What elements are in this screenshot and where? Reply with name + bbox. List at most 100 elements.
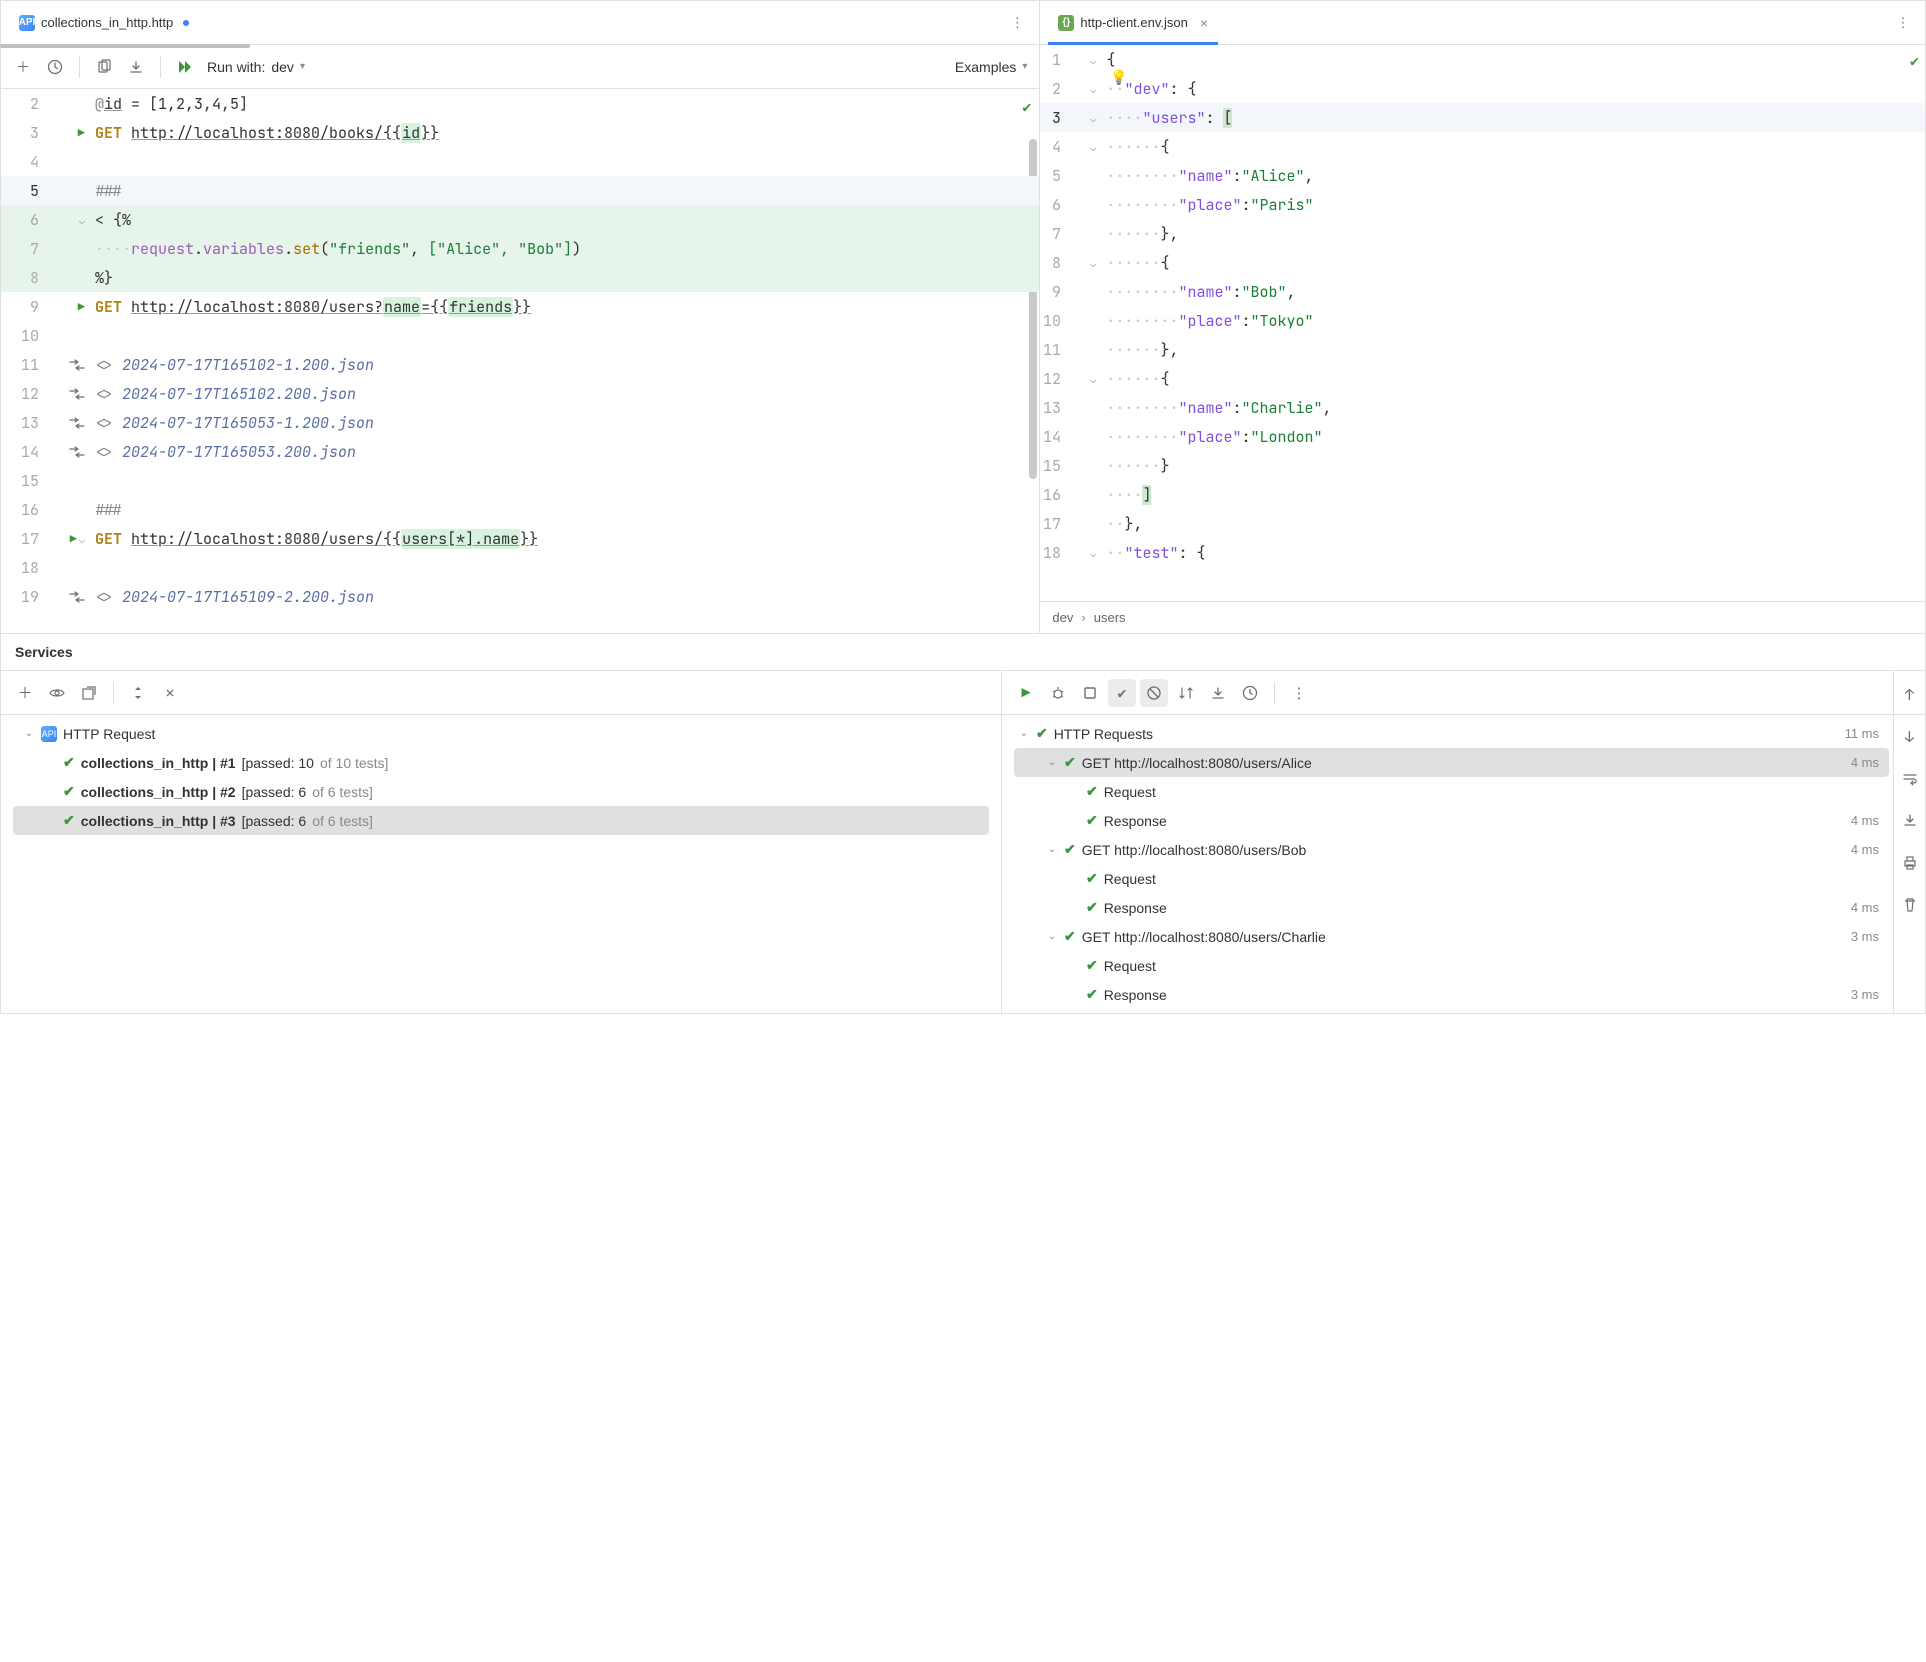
chevron-down-icon[interactable]: ⌄ [1046,931,1058,942]
prev-failure-icon[interactable]: ↑ [1896,681,1924,709]
services-toolbar-right: ▶ ✔ ⋮ [1002,671,1925,715]
next-failure-icon[interactable]: ↓ [1896,723,1924,751]
print-icon[interactable] [1896,849,1924,877]
request-child-row[interactable]: ✔Response4 ms [1014,806,1889,835]
rerun-icon[interactable]: ▶ [1012,679,1040,707]
close-icon[interactable]: × [1200,15,1208,31]
response-file-link[interactable]: 2024-07-17T165109-2.200.json [122,587,374,607]
sort-icon[interactable] [1172,679,1200,707]
tree-root-http-request[interactable]: ⌄ API HTTP Request [13,719,989,748]
fold-icon[interactable]: ⌄ [1090,257,1096,270]
tab-options-icon[interactable]: ⋮ [1003,9,1031,37]
fold-icon[interactable]: ⌄ [79,533,85,546]
fold-icon[interactable]: ⌄ [1090,54,1096,67]
test-run-row[interactable]: ✔ collections_in_http | #1 [passed: 10 o… [13,748,989,777]
soft-wrap-icon[interactable] [1896,765,1924,793]
request-child-row[interactable]: ✔Response3 ms [1014,980,1889,1009]
run-all-icon[interactable] [171,53,199,81]
response-file-link[interactable]: 2024-07-17T165053-1.200.json [122,413,374,433]
more-icon[interactable]: ⋮ [1285,679,1313,707]
history-icon[interactable] [41,53,69,81]
response-file-link[interactable]: 2024-07-17T165053.200.json [122,442,356,462]
add-icon[interactable]: ＋ [11,679,39,707]
editor-right: {} http-client.env.json × ⋮ ✔ 💡 1⌄{ 2⌄··… [1040,1,1925,633]
tab-options-icon[interactable]: ⋮ [1889,9,1917,37]
response-gutter-icon[interactable] [69,388,85,400]
response-file-link[interactable]: 2024-07-17T165102-1.200.json [122,355,374,375]
breadcrumb-item[interactable]: dev [1052,610,1073,625]
test-run-row[interactable]: ✔ collections_in_http | #2 [passed: 6 of… [13,777,989,806]
request-child-row[interactable]: ✔Request [1014,777,1889,806]
tab-env-json[interactable]: {} http-client.env.json × [1048,1,1218,44]
request-row[interactable]: ⌄✔ GET http://localhost:8080/users/Alice… [1014,748,1889,777]
chevron-down-icon[interactable]: ⌄ [1046,844,1058,855]
add-request-icon[interactable]: ＋ [9,53,37,81]
chevron-down-icon[interactable]: ⌄ [1018,728,1030,739]
show-ignored-icon[interactable] [1140,679,1168,707]
tabbar-right: {} http-client.env.json × ⋮ [1040,1,1925,45]
request-row[interactable]: ⌄✔ GET http://localhost:8080/users/Charl… [1014,922,1889,951]
import-results-icon[interactable] [1204,679,1232,707]
code-area-left[interactable]: ✔ 2@id = [1,2,3,4,5] 3▶GET http://localh… [1,89,1039,633]
show-passed-icon[interactable]: ✔ [1108,679,1136,707]
http-toolbar: ＋ Run with: dev ▾ [1,45,1039,89]
request-child-row[interactable]: ✔Request [1014,864,1889,893]
response-gutter-icon[interactable] [69,359,85,371]
debug-icon[interactable] [1044,679,1072,707]
run-with-env: dev [271,59,294,75]
fold-icon[interactable]: ⌄ [1090,547,1096,560]
var-ref-users-name: users[*].name [401,529,520,549]
import-icon[interactable] [122,53,150,81]
duration-label: 11 ms [1845,726,1885,741]
request-child-row[interactable]: ✔Request [1014,951,1889,980]
code-area-right[interactable]: ✔ 💡 1⌄{ 2⌄··"dev": { 3⌄····"users": [ 4⌄… [1040,45,1925,601]
breadcrumb-item[interactable]: users [1094,610,1126,625]
delete-icon[interactable] [1896,891,1924,919]
services-title: Services [1,634,1925,670]
run-gutter-icon[interactable]: ▶ [78,125,85,141]
stop-icon[interactable] [1076,679,1104,707]
fold-icon[interactable]: ⌄ [1090,141,1096,154]
duration-label: 4 ms [1851,900,1885,915]
breadcrumb[interactable]: dev › users [1040,601,1925,633]
copy-icon[interactable] [90,53,118,81]
script-close: %} [95,268,113,288]
json-key-test: "test" [1124,543,1178,563]
chevron-down-icon[interactable]: ⌄ [1046,757,1058,768]
response-file-link[interactable]: 2024-07-17T165102.200.json [122,384,356,404]
run-with-selector[interactable]: Run with: dev ▾ [203,59,309,75]
editor-left: API collections_in_http.http ⋮ ＋ [1,1,1040,633]
run-gutter-icon[interactable]: ▶ [70,531,77,547]
response-gutter-icon[interactable] [69,446,85,458]
show-hidden-icon[interactable] [43,679,71,707]
open-new-tab-icon[interactable] [75,679,103,707]
ide-window: API collections_in_http.http ⋮ ＋ [0,0,1926,1014]
response-gutter-icon[interactable] [69,591,85,603]
fold-icon[interactable]: ⌄ [1090,112,1096,125]
run-gutter-icon[interactable]: ▶ [78,299,85,315]
var-id: id [104,94,122,114]
close-all-icon[interactable]: ✕ [156,679,184,707]
response-gutter-icon[interactable] [69,417,85,429]
tree-root-requests[interactable]: ⌄✔ HTTP Requests 11 ms [1014,719,1889,748]
chevron-down-icon[interactable]: ⌄ [23,728,35,739]
check-icon: ✔ [1086,870,1098,887]
scroll-to-end-icon[interactable] [1896,807,1924,835]
request-row[interactable]: ⌄✔ GET http://localhost:8080/users/Bob 4… [1014,835,1889,864]
test-run-row[interactable]: ✔ collections_in_http | #3 [passed: 6 of… [13,806,989,835]
test-history-icon[interactable] [1236,679,1264,707]
request-url: GET http://localhost:8080/users/Bob [1082,842,1307,858]
array-literal: [1,2,3,4,5] [149,94,248,114]
request-child-row[interactable]: ✔Response4 ms [1014,893,1889,922]
right-rail: ↑ ↓ [1893,671,1925,1013]
examples-label: Examples [955,59,1016,75]
services-toolbar-left: ＋ ✕ [1,671,1001,715]
check-icon: ✔ [1086,783,1098,800]
fold-icon[interactable]: ⌄ [79,214,85,227]
fold-icon[interactable]: ⌄ [1090,373,1096,386]
expand-collapse-icon[interactable] [124,679,152,707]
fold-icon[interactable]: ⌄ [1090,83,1096,96]
examples-dropdown[interactable]: Examples ▾ [951,59,1032,75]
tab-collections-http[interactable]: API collections_in_http.http [9,1,199,44]
json-file-icon: {} [1058,15,1074,31]
